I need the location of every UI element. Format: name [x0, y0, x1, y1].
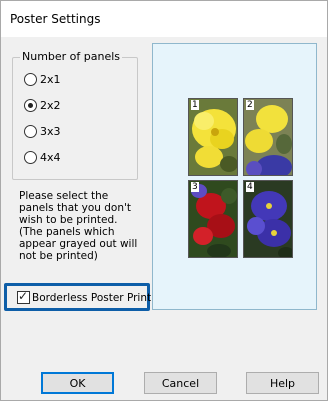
flower-image — [244, 181, 292, 257]
checkbox-label: Borderless Poster Print — [32, 291, 152, 304]
radio-button[interactable] — [24, 72, 37, 86]
cancel-button[interactable]: Cancel — [144, 372, 217, 394]
radio-button-selected[interactable] — [24, 98, 37, 112]
preview-panel-4[interactable]: 4 — [243, 180, 293, 258]
flower-image — [244, 99, 292, 175]
radio-label: 4x4 — [40, 150, 61, 164]
panel-number: 1 — [191, 100, 199, 110]
radio-button[interactable] — [24, 150, 37, 164]
panel-preview: 1 2 3 4 — [152, 43, 317, 310]
title-bar: Poster Settings — [1, 1, 327, 37]
ok-button[interactable]: OK — [41, 372, 114, 394]
group-legend: Number of panels — [20, 50, 123, 63]
radio-label: 2x2 — [40, 98, 61, 112]
radio-label: 2x1 — [40, 72, 61, 86]
poster-settings-dialog: Poster Settings Number of panels 2x1 2x2… — [0, 0, 328, 401]
radio-label: 3x3 — [40, 124, 61, 138]
flower-image — [189, 181, 237, 257]
radio-4x4[interactable]: 4x4 — [24, 149, 61, 165]
radio-button[interactable] — [24, 124, 37, 138]
checkbox[interactable]: ✓ — [17, 289, 30, 304]
preview-panel-2[interactable]: 2 — [243, 98, 293, 176]
checkmark-icon: ✓ — [18, 289, 29, 303]
help-button[interactable]: Help — [246, 372, 319, 394]
panel-number: 2 — [246, 100, 254, 110]
instruction-text: Please select the panels that you don't … — [19, 190, 138, 262]
preview-panel-3[interactable]: 3 — [188, 180, 238, 258]
panel-number: 3 — [191, 182, 199, 192]
preview-panel-1[interactable]: 1 — [188, 98, 238, 176]
dialog-title: Poster Settings — [10, 12, 101, 26]
borderless-poster-print-checkbox[interactable]: ✓ Borderless Poster Print — [17, 289, 152, 304]
panel-number: 4 — [246, 182, 254, 192]
radio-2x1[interactable]: 2x1 — [24, 71, 61, 87]
radio-2x2[interactable]: 2x2 — [24, 97, 61, 113]
flower-image — [189, 99, 237, 175]
radio-3x3[interactable]: 3x3 — [24, 123, 61, 139]
